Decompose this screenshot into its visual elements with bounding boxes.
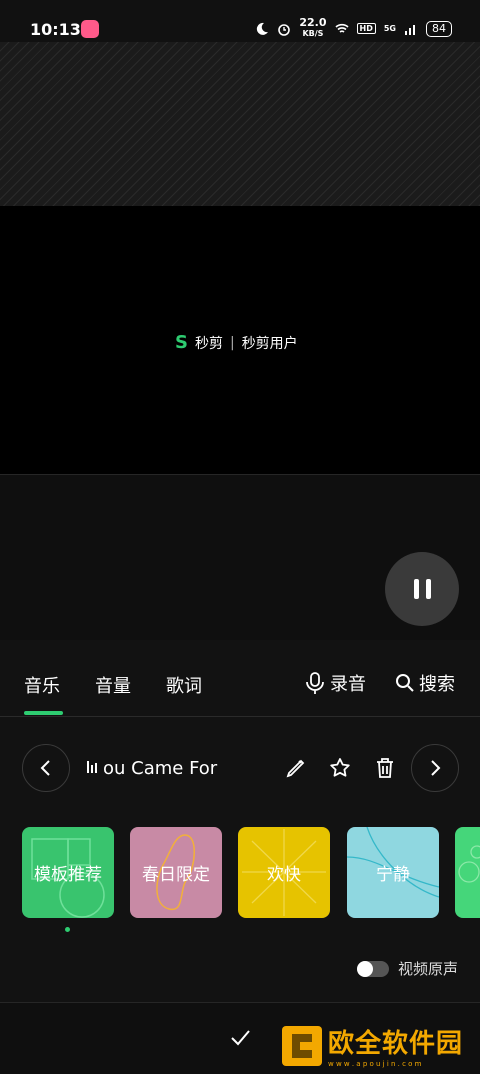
chevron-left-icon bbox=[40, 760, 50, 776]
pause-icon-bar bbox=[425, 579, 431, 599]
selected-category-dot bbox=[65, 927, 70, 932]
signal-icon bbox=[405, 24, 415, 35]
previous-button[interactable] bbox=[22, 744, 70, 792]
music-panel: 音乐 音量 歌词 录音 搜索 ou Came For 模板推荐 春日限定 欢快 … bbox=[0, 640, 480, 1074]
tab-music[interactable]: 音乐 bbox=[24, 672, 60, 698]
category-label: 模板推荐 bbox=[34, 865, 102, 885]
status-icons: 22.0 KB/S HD 5G 84 bbox=[255, 16, 452, 39]
site-watermark-text: 欧全软件园 bbox=[328, 1029, 464, 1059]
pause-icon bbox=[413, 579, 419, 599]
site-watermark: 欧全软件园 w w w . a p o u j i n . c o m bbox=[282, 1023, 463, 1068]
category-card-more[interactable] bbox=[455, 827, 480, 918]
playing-equalizer-icon bbox=[87, 761, 97, 773]
record-button[interactable]: 录音 bbox=[304, 670, 366, 696]
hd-badge: HD bbox=[356, 23, 376, 34]
video-preview[interactable]: S 秒剪 | 秒剪用户 bbox=[0, 42, 480, 641]
next-button[interactable] bbox=[411, 744, 459, 792]
watermark-brand: 秒剪 bbox=[194, 335, 223, 352]
pause-button[interactable] bbox=[385, 552, 459, 626]
original-sound-toggle[interactable]: 视频原声 bbox=[357, 958, 458, 979]
search-label: 搜索 bbox=[419, 674, 455, 695]
confirm-check-icon[interactable] bbox=[229, 1027, 251, 1049]
active-tab-indicator bbox=[24, 711, 63, 715]
category-card-template[interactable]: 模板推荐 bbox=[22, 827, 114, 918]
video-watermark: S 秒剪 | 秒剪用户 bbox=[175, 332, 298, 353]
microphone-icon bbox=[306, 672, 324, 694]
letterbox-top bbox=[0, 42, 480, 206]
current-music-row: ou Came For bbox=[0, 744, 480, 798]
delete-icon[interactable] bbox=[373, 756, 397, 780]
video-frame: S 秒剪 | 秒剪用户 bbox=[0, 206, 480, 474]
song-title: ou Came For bbox=[103, 758, 218, 779]
original-sound-label: 视频原声 bbox=[398, 960, 459, 978]
speed-unit: KB/S bbox=[302, 29, 324, 38]
moon-icon bbox=[257, 22, 269, 35]
site-watermark-url: w w w . a p o u j i n . c o m bbox=[328, 1060, 422, 1068]
battery-indicator: 84 bbox=[426, 20, 452, 37]
bottom-bar: 欧全软件园 w w w . a p o u j i n . c o m bbox=[0, 1002, 480, 1074]
search-icon bbox=[396, 674, 414, 692]
category-label: 春日限定 bbox=[142, 865, 210, 885]
record-label: 录音 bbox=[330, 674, 366, 695]
network-speed: 22.0 KB/S bbox=[299, 16, 327, 39]
toggle-switch[interactable] bbox=[357, 960, 389, 977]
category-label: 欢快 bbox=[267, 865, 301, 885]
panel-tabs: 音乐 音量 歌词 录音 搜索 bbox=[0, 640, 480, 717]
watermark-separator: | bbox=[229, 334, 235, 351]
site-logo-icon bbox=[282, 1025, 322, 1066]
favorite-star-icon[interactable] bbox=[328, 756, 352, 780]
category-cards: 模板推荐 春日限定 欢快 宁静 bbox=[0, 827, 480, 919]
category-label: 宁静 bbox=[376, 865, 410, 885]
chevron-right-icon bbox=[431, 760, 441, 776]
toggle-knob bbox=[357, 960, 373, 977]
category-card-calm[interactable]: 宁静 bbox=[347, 827, 439, 918]
tab-volume[interactable]: 音量 bbox=[95, 672, 131, 698]
category-card-spring[interactable]: 春日限定 bbox=[130, 827, 222, 918]
edit-icon[interactable] bbox=[284, 756, 308, 780]
card-decoration bbox=[458, 845, 480, 883]
status-time: 10:13 bbox=[30, 20, 81, 39]
speed-value: 22.0 bbox=[299, 16, 327, 29]
search-button[interactable]: 搜索 bbox=[395, 670, 455, 696]
tab-lyrics[interactable]: 歌词 bbox=[166, 672, 202, 698]
app-notification-icon bbox=[81, 20, 99, 38]
miaojian-logo-icon: S bbox=[175, 332, 188, 353]
alarm-icon bbox=[278, 23, 291, 36]
status-bar: 10:13 22.0 KB/S HD 5G 84 bbox=[0, 0, 480, 42]
watermark-user: 秒剪用户 bbox=[241, 335, 298, 352]
network-type: 5G bbox=[383, 24, 396, 33]
category-card-happy[interactable]: 欢快 bbox=[238, 827, 330, 918]
wifi-icon bbox=[334, 23, 349, 33]
